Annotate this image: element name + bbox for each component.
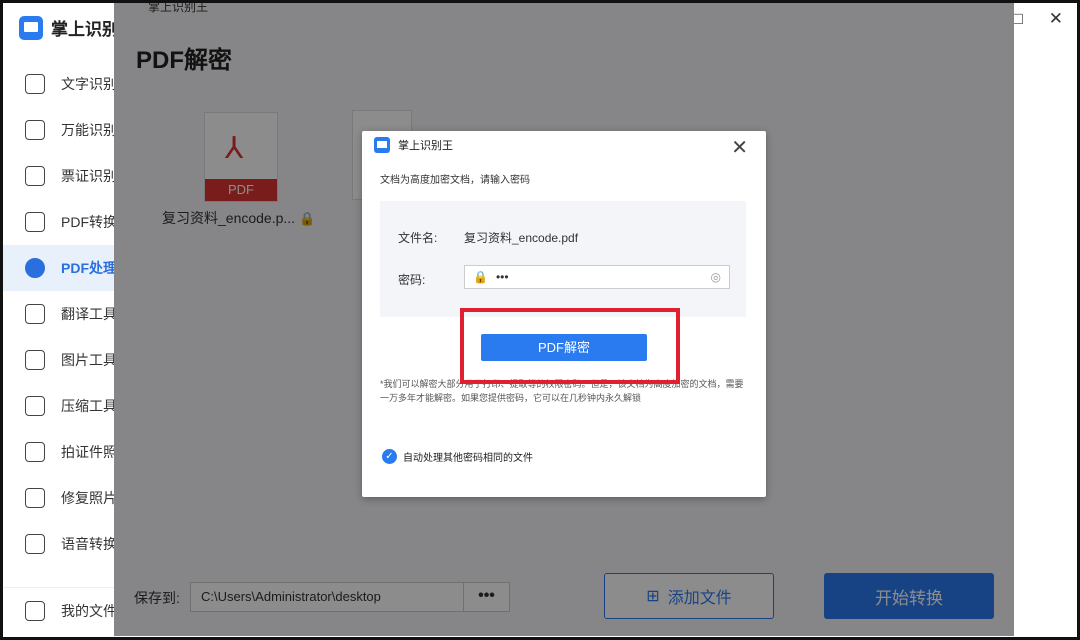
password-label: 密码:	[398, 273, 426, 287]
sidebar-item-9[interactable]: 修复照片	[3, 475, 115, 521]
sidebar-item-5[interactable]: 翻译工具	[3, 291, 115, 337]
compress-icon	[25, 396, 45, 416]
pdf-convert-icon	[25, 212, 45, 232]
sidebar-item-label: PDF处理	[61, 260, 115, 276]
sidebar-item-label: 图片工具	[61, 352, 115, 368]
sidebar-item-6[interactable]: 图片工具	[3, 337, 115, 383]
file-name-value: 复习资料_encode.pdf	[464, 231, 579, 245]
dialog-title: 掌上识别王	[398, 140, 453, 152]
right-panel	[1013, 135, 1063, 455]
password-input[interactable]: 🔒 ••• ◎	[464, 265, 730, 289]
sidebar-item-3[interactable]: PDF转换	[3, 199, 115, 245]
voice-icon	[25, 534, 45, 554]
padlock-icon: 🔒	[473, 270, 488, 284]
sidebar-item-8[interactable]: 拍证件照	[3, 429, 115, 475]
dialog-form: 文件名: 复习资料_encode.pdf 密码: 🔒 ••• ◎	[380, 201, 746, 317]
sidebar-item-label: 语音转换	[61, 536, 115, 552]
sidebar: 掌上识别王 文字识别 万能识别 票证识别 PDF转换 PDF处理 翻译工具 图片工具 压缩工具…	[3, 3, 136, 637]
sidebar-item-label: 翻译工具	[61, 306, 115, 322]
highlight-box	[460, 308, 680, 384]
password-value: •••	[495, 270, 509, 284]
universal-scan-icon	[25, 120, 45, 140]
pdf-process-icon	[25, 258, 45, 278]
dialog-message: 文档为高度加密文档，请输入密码	[380, 175, 530, 186]
my-files-icon	[25, 601, 45, 621]
sidebar-item-label: 修复照片	[61, 490, 115, 506]
sidebar-item-7[interactable]: 压缩工具	[3, 383, 115, 429]
ticket-icon	[25, 166, 45, 186]
maximize-icon[interactable]: □	[1012, 9, 1022, 29]
sidebar-item-label: 我的文件	[61, 603, 115, 619]
close-icon[interactable]: ✕	[1049, 9, 1063, 29]
dialog-logo-icon	[374, 137, 390, 153]
sidebar-item-10[interactable]: 语音转换	[3, 521, 115, 567]
checkmark-icon: ✓	[382, 449, 397, 464]
eye-hidden-icon[interactable]: ◎	[711, 270, 721, 284]
sidebar-nav: 文字识别万能识别票证识别 PDF转换 PDF处理翻译工具图片工具压缩工具拍证件照修复…	[3, 61, 115, 567]
image-icon	[25, 350, 45, 370]
sidebar-item-label: 文字识别	[61, 76, 115, 92]
sidebar-item-1[interactable]: 万能识别	[3, 107, 115, 153]
close-icon[interactable]: ✕	[731, 135, 748, 160]
id-photo-icon	[25, 442, 45, 462]
text-recognition-icon	[25, 74, 45, 94]
sidebar-item-label: 票证识别	[61, 168, 115, 184]
repair-photo-icon	[25, 488, 45, 508]
auto-process-checkbox[interactable]: ✓ 自动处理其他密码相同的文件	[382, 449, 533, 464]
sidebar-item-label: 万能识别	[61, 122, 115, 138]
sidebar-item-my-files[interactable]: 我的文件	[3, 588, 115, 634]
file-name-label: 文件名:	[398, 231, 438, 245]
sidebar-item-4[interactable]: PDF处理	[3, 245, 115, 291]
sidebar-item-label: 拍证件照	[61, 444, 115, 460]
translate-icon	[25, 304, 45, 324]
app-logo-icon	[19, 15, 43, 40]
sidebar-item-label: 压缩工具	[61, 398, 115, 414]
sidebar-item-0[interactable]: 文字识别	[3, 61, 115, 107]
checkbox-label: 自动处理其他密码相同的文件	[403, 453, 533, 464]
sidebar-item-label: PDF转换	[61, 214, 115, 230]
dialog-titlebar: 掌上识别王	[374, 137, 453, 153]
sidebar-bottom: 我的文件	[3, 587, 115, 634]
sidebar-item-2[interactable]: 票证识别	[3, 153, 115, 199]
